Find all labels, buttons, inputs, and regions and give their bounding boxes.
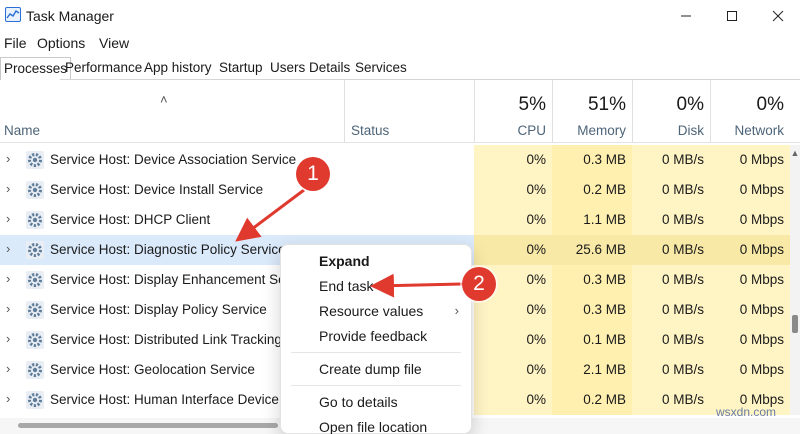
arrow-2: [370, 273, 463, 298]
callout-badge-2: 2: [462, 267, 496, 301]
watermark: wsxdn.com: [716, 405, 777, 419]
callout-badge-1: 1: [296, 157, 330, 191]
arrow-1: [235, 188, 305, 242]
annotation-arrows: [235, 188, 463, 298]
